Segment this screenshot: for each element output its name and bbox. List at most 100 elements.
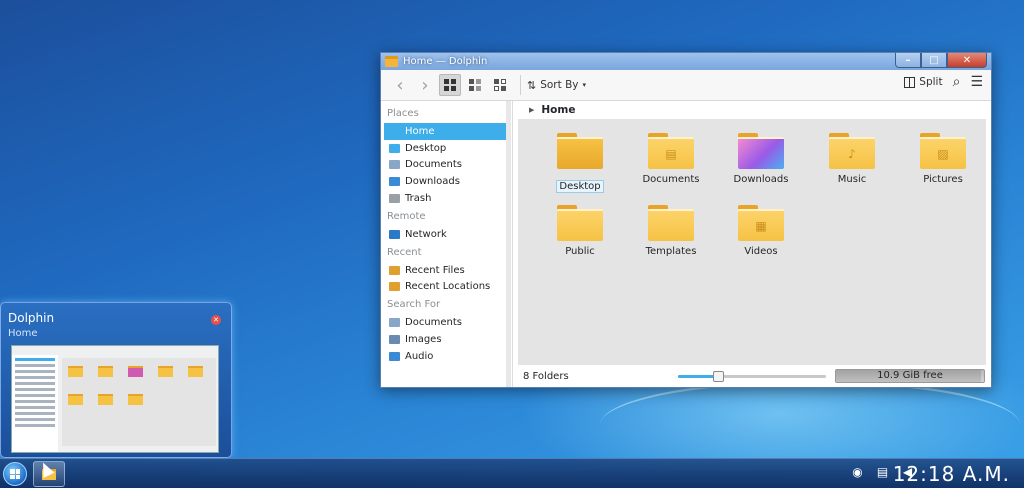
- sidebar-item-label: Trash: [405, 193, 432, 205]
- icons-view-button[interactable]: [439, 74, 461, 96]
- minimize-button[interactable]: –: [895, 53, 921, 68]
- thumbnail-title: Dolphin: [8, 311, 55, 325]
- file-label: Documents: [642, 174, 700, 185]
- window-body: Places Home Desktop Documents Downloads Trash…: [381, 101, 991, 387]
- videos-folder-icon: ▦: [738, 205, 784, 241]
- file-item-music[interactable]: ♪ Music: [812, 133, 892, 185]
- music-folder-icon: ♪: [829, 133, 875, 169]
- documents-icon: [389, 160, 400, 170]
- taskbar: ◉ ▤ ◀ 12:18 A.M.: [0, 458, 1024, 488]
- search-documents-icon: [389, 318, 400, 328]
- sidebar-item-audio[interactable]: Audio: [381, 348, 512, 365]
- network-icon: [389, 229, 400, 239]
- clipboard-icon[interactable]: ▤: [876, 466, 889, 479]
- file-item-videos[interactable]: ▦ Videos: [721, 205, 801, 257]
- sidebar-item-label: Network: [405, 228, 447, 240]
- sidebar-item-home[interactable]: Home: [384, 123, 509, 140]
- windows-logo-icon: [10, 469, 20, 479]
- sidebar-item-recent-files[interactable]: Recent Files: [381, 262, 512, 279]
- audio-icon: [389, 351, 400, 361]
- media-record-icon[interactable]: ◉: [851, 466, 864, 479]
- sidebar-item-label: Recent Locations: [405, 281, 491, 293]
- file-label: Pictures: [923, 174, 963, 185]
- back-button[interactable]: ‹: [389, 74, 411, 96]
- details-view-icon: [494, 79, 506, 91]
- breadcrumb-arrow-icon: ▶: [529, 106, 535, 114]
- split-icon: [904, 76, 916, 88]
- zoom-slider[interactable]: [678, 371, 826, 382]
- folder-count: 8 Folders: [523, 370, 569, 382]
- toolbar: ‹ › ⇅ Sort By ▾ Split ⌕ ☰: [381, 70, 991, 101]
- sidebar-item-downloads[interactable]: Downloads: [381, 173, 512, 190]
- file-item-public[interactable]: Public: [540, 205, 620, 257]
- file-label: Templates: [645, 246, 697, 257]
- wallpaper-swoosh: [600, 380, 1020, 470]
- maximize-button[interactable]: □: [921, 53, 947, 68]
- images-icon: [389, 335, 400, 345]
- sidebar-group-header: Search For: [387, 299, 441, 311]
- breadcrumb-home[interactable]: Home: [541, 104, 575, 116]
- sidebar-item-desktop[interactable]: Desktop: [381, 140, 512, 157]
- sort-by-button[interactable]: ⇅ Sort By ▾: [527, 79, 586, 92]
- thumbnail-preview[interactable]: [11, 345, 219, 453]
- sidebar-item-label: Documents: [405, 159, 463, 171]
- compact-view-button[interactable]: [464, 74, 486, 96]
- search-icon[interactable]: ⌕: [953, 74, 961, 90]
- sidebar-item-label: Documents: [405, 317, 463, 329]
- split-button[interactable]: Split: [904, 76, 943, 88]
- thumbnail-close-icon[interactable]: ✕: [211, 315, 221, 325]
- hamburger-menu-icon[interactable]: ☰: [970, 74, 983, 90]
- file-item-downloads[interactable]: Downloads: [721, 133, 801, 185]
- start-button[interactable]: [3, 462, 27, 486]
- documents-folder-icon: ▤: [648, 133, 694, 169]
- sidebar-item-recent-locations[interactable]: Recent Locations: [381, 279, 512, 296]
- file-item-templates[interactable]: Templates: [631, 205, 711, 257]
- taskbar-thumbnail[interactable]: Dolphin Home ✕: [0, 302, 232, 458]
- home-icon: [389, 126, 400, 136]
- file-label: Desktop: [556, 180, 604, 193]
- places-panel: Places Home Desktop Documents Downloads Trash…: [381, 101, 513, 387]
- recent-locations-icon: [389, 282, 400, 292]
- file-label: Downloads: [733, 174, 789, 185]
- pictures-folder-icon: ▨: [920, 133, 966, 169]
- trash-icon: [389, 194, 400, 204]
- sidebar-item-label: Downloads: [405, 176, 460, 188]
- zoom-slider-handle[interactable]: [712, 371, 724, 382]
- file-item-pictures[interactable]: ▨ Pictures: [903, 133, 983, 185]
- zoom-slider-fill: [678, 375, 718, 378]
- folder-app-icon: [385, 56, 398, 67]
- thumbnail-subtitle: Home: [8, 328, 38, 339]
- sidebar-item-network[interactable]: Network: [381, 226, 512, 243]
- sidebar-group-header: Remote: [387, 210, 426, 222]
- downloads-folder-icon: [738, 133, 784, 169]
- close-button[interactable]: ✕: [947, 53, 987, 68]
- templates-folder-icon: [648, 205, 694, 241]
- sidebar-item-documents[interactable]: Documents: [381, 314, 512, 331]
- breadcrumb[interactable]: ▶ Home: [513, 101, 991, 119]
- window-controls: – □ ✕: [895, 53, 987, 68]
- chevron-down-icon: ▾: [582, 81, 587, 89]
- sidebar-item-label: Recent Files: [405, 264, 465, 276]
- sidebar-item-trash[interactable]: Trash: [381, 190, 512, 207]
- forward-button[interactable]: ›: [414, 74, 436, 96]
- desktop-folder-icon: [557, 133, 603, 169]
- sidebar-item-images[interactable]: Images: [381, 331, 512, 348]
- thumbnail-preview-sidebar: [12, 355, 58, 452]
- sidebar-scrollbar[interactable]: [506, 101, 511, 387]
- sidebar-item-label: Images: [405, 334, 442, 346]
- toolbar-separator: [520, 75, 521, 95]
- status-bar: 8 Folders 10.9 GiB free: [513, 365, 991, 387]
- free-space-label: 10.9 GiB free: [877, 370, 943, 381]
- title-bar[interactable]: Home — Dolphin – □ ✕: [381, 53, 991, 70]
- file-item-desktop[interactable]: Desktop: [540, 133, 620, 193]
- free-space-bar[interactable]: 10.9 GiB free: [835, 369, 985, 383]
- file-item-documents[interactable]: ▤ Documents: [631, 133, 711, 185]
- sidebar-item-label: Audio: [405, 350, 434, 362]
- details-view-button[interactable]: [489, 74, 511, 96]
- sidebar-group-header: Recent: [387, 246, 422, 258]
- clock[interactable]: 12:18 A.M.: [893, 462, 1010, 486]
- public-folder-icon: [557, 205, 603, 241]
- downloads-icon: [389, 177, 400, 187]
- desktop-icon: [389, 143, 400, 153]
- sidebar-item-documents[interactable]: Documents: [381, 157, 512, 174]
